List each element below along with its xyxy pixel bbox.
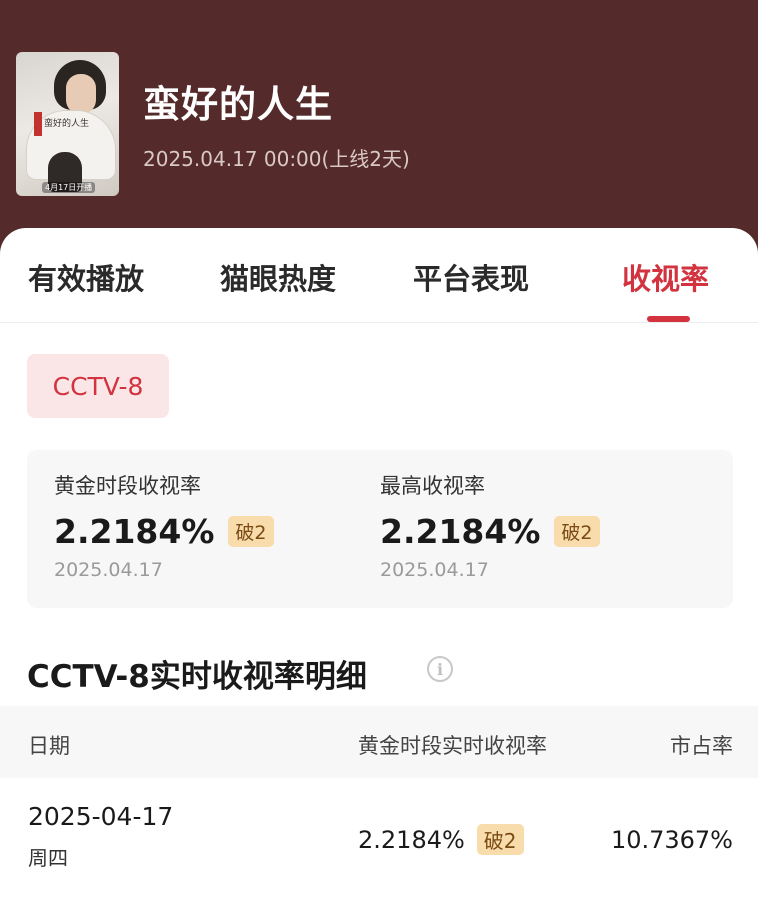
stat-value: 2.2184%	[54, 512, 215, 551]
show-header: 蛮好的人生 4月17日开播 蛮好的人生 2025.04.17 00:00(上线2…	[0, 0, 758, 260]
channel-chip-cctv8[interactable]: CCTV-8	[27, 354, 169, 418]
poster-title-text: 蛮好的人生	[44, 119, 90, 129]
column-header-share: 市占率	[670, 734, 733, 758]
info-circle-icon[interactable]: i	[427, 656, 453, 682]
tab-maoyan-heat[interactable]: 猫眼热度	[220, 256, 336, 298]
row-market-share: 10.7367%	[610, 826, 733, 854]
stat-value: 2.2184%	[380, 512, 541, 551]
table-row[interactable]: 2025-04-17 周四 2.2184% 破2 10.7367%	[0, 778, 758, 898]
table-header: 日期 黄金时段实时收视率 市占率	[0, 706, 758, 778]
row-rating-cell: 2.2184% 破2	[358, 824, 524, 855]
peak-rating-stat: 最高收视率 2.2184% 破2 2025.04.17	[380, 470, 600, 581]
tab-bar: 有效播放 猫眼热度 平台表现 收视率	[0, 228, 758, 323]
show-release-meta: 2025.04.17 00:00(上线2天)	[143, 147, 410, 171]
stat-date: 2025.04.17	[54, 559, 163, 581]
stat-label: 黄金时段收视率	[54, 474, 201, 498]
stat-value-row: 2.2184% 破2	[54, 512, 274, 551]
page-title: 蛮好的人生	[143, 83, 333, 126]
tab-platform-performance[interactable]: 平台表现	[413, 256, 529, 298]
show-poster[interactable]: 蛮好的人生 4月17日开播	[16, 52, 119, 196]
column-header-date: 日期	[28, 734, 70, 758]
ratings-summary-card: 黄金时段收视率 2.2184% 破2 2025.04.17 最高收视率 2.21…	[27, 450, 733, 608]
stat-date: 2025.04.17	[380, 559, 489, 581]
row-rating: 2.2184%	[358, 825, 465, 854]
poster-date-text: 4月17日开播	[42, 182, 96, 193]
tab-effective-plays[interactable]: 有效播放	[28, 256, 144, 298]
milestone-badge: 破2	[554, 516, 600, 547]
content-sheet: 有效播放 猫眼热度 平台表现 收视率 CCTV-8 黄金时段收视率 2.2184…	[0, 228, 758, 898]
row-date: 2025-04-17	[28, 802, 174, 831]
poster-figure-face	[66, 74, 96, 114]
column-header-rating: 黄金时段实时收视率	[358, 734, 547, 758]
section-title: CCTV-8实时收视率明细	[27, 659, 367, 695]
milestone-badge: 破2	[228, 516, 274, 547]
row-weekday: 周四	[28, 846, 68, 870]
stat-value-row: 2.2184% 破2	[380, 512, 600, 551]
stat-label: 最高收视率	[380, 474, 485, 498]
milestone-badge: 破2	[476, 824, 524, 855]
tab-ratings[interactable]: 收视率	[622, 256, 709, 298]
active-tab-indicator	[647, 316, 690, 322]
prime-time-rating-stat: 黄金时段收视率 2.2184% 破2 2025.04.17	[54, 470, 274, 581]
poster-red-tag	[34, 112, 42, 136]
